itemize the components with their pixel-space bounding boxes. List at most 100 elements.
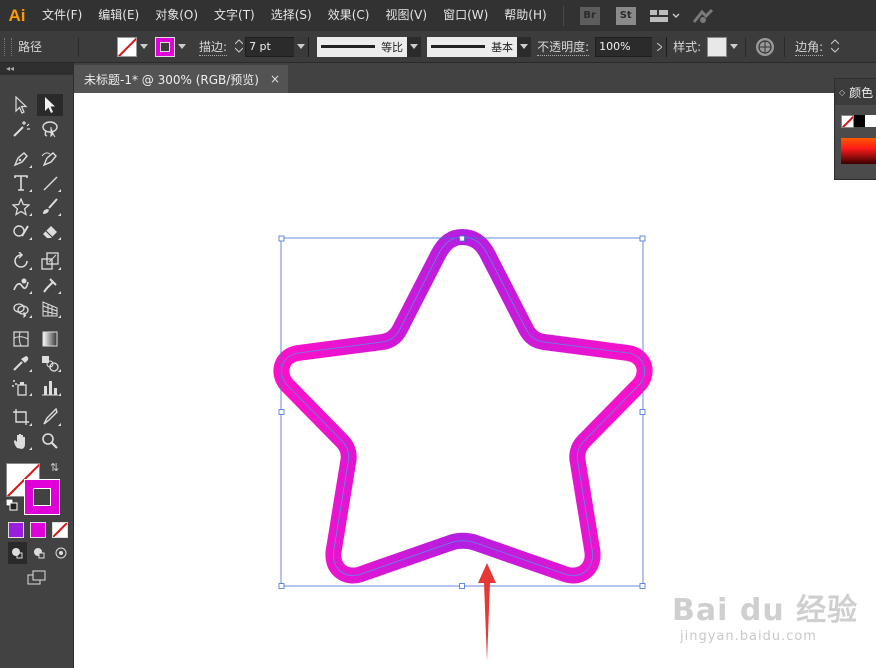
close-icon[interactable]: × [270, 72, 280, 86]
draw-behind-icon[interactable] [30, 542, 49, 564]
shape-builder-tool-icon[interactable] [8, 298, 34, 320]
gradient-mode-icon[interactable] [30, 522, 46, 538]
brush-definition[interactable]: 基本 [427, 36, 518, 57]
stroke-label[interactable]: 描边: [199, 38, 228, 56]
corner-label[interactable]: 边角: [795, 38, 824, 56]
gradient-tool-icon[interactable] [37, 328, 63, 350]
tools-panel: ◂◂ ⇅ [0, 63, 74, 668]
stroke-swatch[interactable] [155, 36, 176, 57]
lasso-tool-icon[interactable] [37, 118, 63, 140]
corner-spinner-icon[interactable] [829, 38, 841, 55]
menu-type[interactable]: 文字(T) [206, 0, 263, 31]
eraser-tool-icon[interactable] [37, 220, 63, 242]
draw-normal-icon[interactable] [8, 542, 27, 564]
profile-dropdown-icon[interactable] [407, 36, 422, 57]
graphic-style-swatch[interactable] [707, 36, 728, 57]
bridge-button[interactable]: Br [579, 6, 600, 25]
stock-button[interactable]: St [615, 6, 636, 25]
panel-options-icon[interactable]: ◇ [839, 88, 845, 97]
stroke-weight-input[interactable]: 7 pt [246, 37, 295, 56]
opacity-input[interactable]: 100% [596, 37, 653, 56]
canvas[interactable]: Bai du 经验 jingyan.baidu.com [74, 93, 876, 668]
stroke-dropdown-icon[interactable] [175, 37, 189, 57]
line-segment-tool-icon[interactable] [37, 172, 63, 194]
collapse-toolbar-icon[interactable]: ◂◂ [0, 63, 73, 75]
puppet-warp-tool-icon[interactable] [37, 274, 63, 296]
watermark: Bai du 经验 jingyan.baidu.com [672, 585, 858, 644]
opacity-arrow-icon[interactable] [652, 36, 667, 57]
menu-effect[interactable]: 效果(C) [320, 0, 378, 31]
opacity-field[interactable]: 100% [595, 36, 668, 57]
slice-tool-icon[interactable] [37, 406, 63, 428]
color-panel-header[interactable]: ◇ 颜色 [835, 79, 876, 105]
menu-file[interactable]: 文件(F) [34, 0, 90, 31]
bbox-handle-bottom-left[interactable] [278, 583, 285, 589]
control-bar: 路径 描边: 7 pt 等比 基本 不透明度: 100% 样式: 边角: [0, 31, 876, 63]
profile-label: 等比 [381, 40, 404, 54]
recolor-artwork-icon[interactable] [756, 37, 775, 56]
fill-swatch[interactable] [117, 36, 138, 57]
bbox-handle-right[interactable] [639, 409, 646, 415]
screen-mode-icon[interactable] [24, 567, 50, 589]
symbol-sprayer-tool-icon[interactable] [8, 376, 34, 398]
curvature-tool-icon[interactable] [37, 148, 63, 170]
variable-width-profile[interactable]: 等比 [317, 36, 408, 57]
zoom-tool-icon[interactable] [37, 430, 63, 452]
artboard-tool-icon[interactable] [8, 406, 34, 428]
artwork [273, 229, 653, 661]
panel-grip[interactable] [4, 37, 12, 56]
brush-dropdown-icon[interactable] [517, 36, 532, 57]
fill-dropdown-icon[interactable] [137, 37, 151, 57]
star-tool-icon[interactable] [8, 196, 34, 218]
star-shape[interactable] [273, 229, 653, 584]
quick-swatches [841, 115, 876, 128]
menu-object[interactable]: 对象(O) [147, 0, 206, 31]
menu-select[interactable]: 选择(S) [263, 0, 320, 31]
black-swatch[interactable] [853, 115, 866, 127]
menu-window[interactable]: 窗口(W) [435, 0, 496, 31]
bbox-handle-bottom-right[interactable] [639, 583, 646, 589]
bbox-handle-top-left[interactable] [278, 235, 285, 242]
none-mode-icon[interactable] [52, 522, 68, 538]
bbox-handle-bottom[interactable] [459, 583, 465, 589]
type-tool-icon[interactable] [8, 172, 34, 194]
rotate-tool-icon[interactable] [8, 250, 34, 272]
paintbrush-tool-icon[interactable] [37, 196, 63, 218]
menu-edit[interactable]: 编辑(E) [90, 0, 147, 31]
gpu-performance-icon[interactable] [692, 8, 714, 24]
hand-tool-icon[interactable] [8, 430, 34, 452]
stroke-weight-spinner-icon[interactable] [233, 38, 245, 55]
fill-stroke-controls: ⇅ [0, 457, 73, 519]
shaper-tool-icon[interactable] [8, 220, 34, 242]
menu-help[interactable]: 帮助(H) [496, 0, 554, 31]
default-fill-stroke-icon[interactable] [5, 498, 18, 514]
stroke-weight-field[interactable]: 7 pt [245, 36, 310, 57]
none-swatch[interactable] [841, 115, 854, 128]
workspace-layout-icon[interactable] [649, 9, 680, 23]
magic-wand-tool-icon[interactable] [8, 118, 34, 140]
opacity-label[interactable]: 不透明度: [537, 38, 590, 56]
column-graph-tool-icon[interactable] [37, 376, 63, 398]
stroke-indicator[interactable] [24, 479, 60, 515]
bbox-handle-top-right[interactable] [639, 235, 646, 242]
stroke-weight-dropdown-icon[interactable] [294, 36, 309, 57]
swap-fill-stroke-icon[interactable]: ⇅ [50, 461, 59, 474]
style-dropdown-icon[interactable] [727, 37, 741, 57]
draw-inside-icon[interactable] [51, 542, 70, 564]
white-swatch[interactable] [865, 115, 876, 127]
color-mode-icon[interactable] [8, 522, 24, 538]
document-tab[interactable]: 未标题-1* @ 300% (RGB/预览) × [74, 65, 288, 93]
menu-view[interactable]: 视图(V) [377, 0, 435, 31]
mesh-tool-icon[interactable] [8, 328, 34, 350]
eyedropper-tool-icon[interactable] [8, 352, 34, 374]
perspective-grid-tool-icon[interactable] [37, 298, 63, 320]
selection-tool-icon[interactable] [8, 94, 34, 116]
bbox-handle-top[interactable] [459, 235, 465, 242]
warp-tool-icon[interactable] [8, 274, 34, 296]
pen-tool-icon[interactable] [8, 148, 34, 170]
bbox-handle-left[interactable] [278, 409, 285, 415]
color-spectrum[interactable] [841, 138, 876, 164]
scale-tool-icon[interactable] [37, 250, 63, 272]
blend-tool-icon[interactable] [37, 352, 63, 374]
direct-selection-tool-icon[interactable] [37, 94, 63, 116]
